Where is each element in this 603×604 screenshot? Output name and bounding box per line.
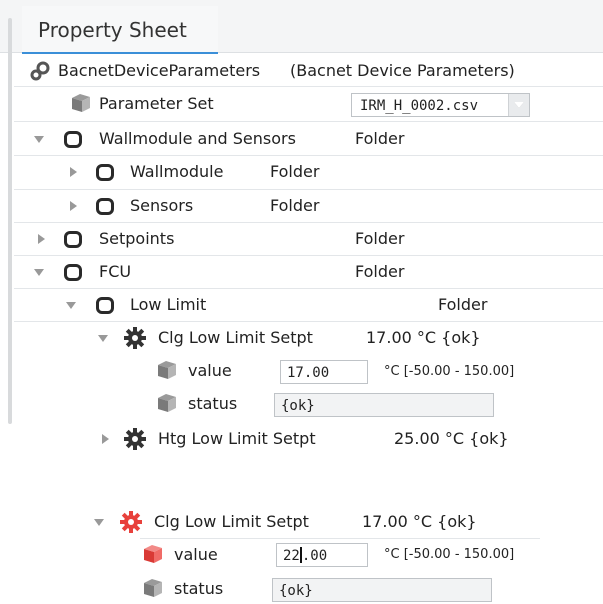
wallmodule-label: Wallmodule	[130, 162, 224, 181]
tree-row-clg-low-limit-setpt[interactable]: Clg Low Limit Setpt 17.00 °C {ok}	[14, 323, 603, 353]
edited-row-clg-low-limit-setpt[interactable]: Clg Low Limit Setpt 17.00 °C {ok}	[80, 507, 603, 537]
expand-toggle-icon[interactable]	[70, 167, 77, 177]
tree-row-root[interactable]: BacnetDeviceParameters (Bacnet Device Pa…	[14, 56, 603, 86]
edited-status-field: {ok}	[272, 578, 492, 602]
clg-low-value: 17.00 °C {ok}	[366, 328, 481, 347]
htg-low-value: 25.00 °C {ok}	[394, 429, 509, 448]
parameter-set-label: Parameter Set	[99, 94, 214, 113]
tab-property-sheet[interactable]: Property Sheet	[22, 6, 218, 54]
row-separator	[14, 288, 603, 289]
tab-label: Property Sheet	[38, 18, 187, 42]
expand-toggle-icon[interactable]	[34, 136, 44, 143]
property-icon	[158, 361, 176, 379]
parameter-set-value: IRM_H_0002.csv	[360, 98, 479, 114]
status-label: status	[188, 394, 238, 413]
tree-row-fcu[interactable]: FCU Folder	[14, 257, 603, 287]
wallmodule-and-sensors-value: Folder	[355, 129, 405, 148]
row-separator	[140, 538, 540, 539]
folder-icon	[64, 264, 82, 281]
property-modified-icon	[144, 545, 162, 563]
row-separator	[14, 255, 603, 256]
wallmodule-value: Folder	[270, 162, 320, 181]
row-separator	[14, 222, 603, 223]
setpoints-label: Setpoints	[99, 229, 175, 248]
edited-clg-low-label: Clg Low Limit Setpt	[154, 512, 309, 531]
htg-low-label: Htg Low Limit Setpt	[158, 429, 316, 448]
row-separator	[14, 189, 603, 190]
root-name: BacnetDeviceParameters	[58, 61, 261, 80]
folder-icon	[64, 131, 82, 148]
edited-clg-low-value: 17.00 °C {ok}	[362, 512, 477, 531]
edited-value-label: value	[174, 545, 218, 564]
fcu-value: Folder	[355, 262, 405, 281]
edited-value-range: °C [-50.00 - 150.00]	[384, 547, 515, 562]
wallmodule-and-sensors-label: Wallmodule and Sensors	[99, 129, 296, 148]
low-limit-label: Low Limit	[130, 295, 207, 314]
expand-toggle-icon[interactable]	[98, 335, 108, 342]
folder-icon	[64, 231, 82, 248]
tree-row-low-limit[interactable]: Low Limit Folder	[14, 290, 603, 320]
tree-row-setpoints[interactable]: Setpoints Folder	[14, 224, 603, 254]
row-separator	[14, 155, 603, 156]
status-field: {ok}	[274, 393, 494, 417]
edited-status-label: status	[174, 579, 224, 598]
sensors-value: Folder	[270, 196, 320, 215]
tree-scroll-edge	[8, 18, 12, 424]
parameter-set-dropdown[interactable]: IRM_H_0002.csv	[351, 93, 530, 117]
dropdown-button[interactable]	[508, 94, 529, 116]
gear-icon	[124, 428, 146, 450]
row-separator	[14, 121, 603, 122]
folder-icon	[96, 297, 114, 314]
folder-icon	[96, 198, 114, 215]
row-separator	[14, 321, 603, 322]
clg-low-label: Clg Low Limit Setpt	[158, 328, 313, 347]
root-type: (Bacnet Device Parameters)	[290, 61, 515, 80]
expand-toggle-icon[interactable]	[70, 201, 77, 211]
edited-value-input[interactable]: 22.00	[276, 543, 368, 567]
expand-toggle-icon[interactable]	[66, 302, 76, 309]
chevron-down-icon	[514, 102, 524, 108]
typed-text: 22	[283, 548, 300, 564]
gears-icon	[30, 61, 50, 81]
expand-toggle-icon[interactable]	[38, 234, 45, 244]
sensors-label: Sensors	[130, 196, 194, 215]
typed-text-rest: .00	[301, 548, 328, 564]
expand-toggle-icon[interactable]	[94, 519, 104, 526]
value-input[interactable]: 17.00	[280, 360, 368, 384]
gear-icon	[124, 327, 146, 349]
tree-row-wallmodule[interactable]: Wallmodule Folder	[14, 157, 603, 187]
tree-row-sensors[interactable]: Sensors Folder	[14, 191, 603, 221]
folder-icon	[96, 164, 114, 181]
row-separator	[14, 86, 603, 87]
low-limit-value: Folder	[438, 295, 488, 314]
setpoints-value: Folder	[355, 229, 405, 248]
expand-toggle-icon[interactable]	[34, 269, 44, 276]
expand-toggle-icon[interactable]	[102, 434, 109, 444]
property-icon	[144, 579, 162, 597]
tree-row-wallmodule-and-sensors[interactable]: Wallmodule and Sensors Folder	[14, 124, 603, 154]
property-icon	[72, 94, 90, 112]
tree-row-htg-low-limit-setpt[interactable]: Htg Low Limit Setpt 25.00 °C {ok}	[14, 424, 603, 454]
gear-modified-icon	[120, 511, 142, 533]
value-range: °C [-50.00 - 150.00]	[384, 364, 515, 379]
value-label: value	[188, 361, 232, 380]
fcu-label: FCU	[99, 262, 132, 281]
property-icon	[158, 394, 176, 412]
